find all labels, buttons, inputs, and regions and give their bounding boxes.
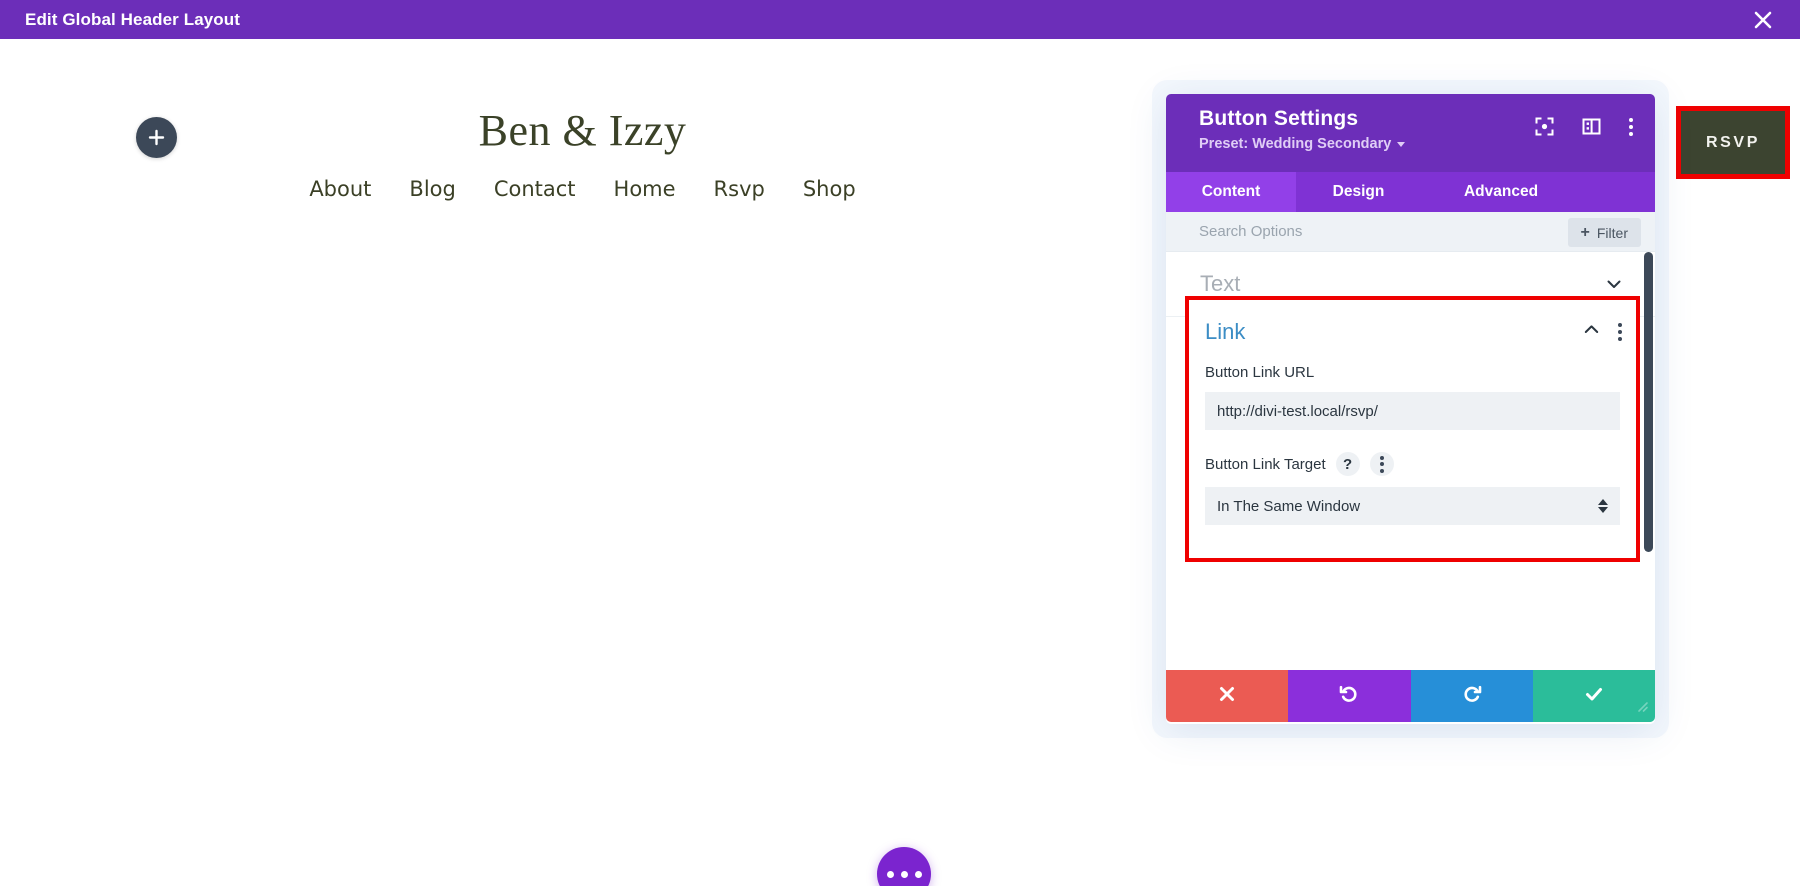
nav-item-blog[interactable]: Blog xyxy=(409,177,455,201)
divi-builder-screen: Edit Global Header Layout Ben & Izzy Abo… xyxy=(0,0,1800,886)
button-link-target-select[interactable]: In The Same Window xyxy=(1205,487,1620,525)
modal-scrollbar[interactable] xyxy=(1644,252,1653,670)
rsvp-button-highlight: RSVP xyxy=(1676,106,1790,179)
button-link-target-value: In The Same Window xyxy=(1217,497,1361,515)
site-navigation: About Blog Contact Home Rsvp Shop xyxy=(0,177,1165,201)
resize-handle-icon[interactable] xyxy=(1633,697,1649,718)
preset-label: Preset: Wedding Secondary xyxy=(1199,136,1392,152)
field-label: Button Link Target ? xyxy=(1205,452,1620,476)
undo-button[interactable] xyxy=(1288,670,1411,722)
modal-header-actions xyxy=(1535,117,1633,136)
filter-button[interactable]: + Filter xyxy=(1567,218,1641,247)
page-canvas: Ben & Izzy About Blog Contact Home Rsvp … xyxy=(0,39,1800,886)
chevron-updown-icon xyxy=(1598,499,1608,513)
page-title: Edit Global Header Layout xyxy=(25,9,241,29)
close-icon xyxy=(1217,684,1237,709)
preset-selector[interactable]: Preset: Wedding Secondary xyxy=(1199,136,1406,152)
plus-icon: + xyxy=(1580,223,1590,241)
cancel-button[interactable] xyxy=(1166,670,1289,722)
rsvp-button[interactable]: RSVP xyxy=(1681,111,1785,174)
section-text-label: Text xyxy=(1200,271,1241,296)
more-vertical-icon[interactable] xyxy=(1629,117,1633,136)
modal-tabs: Content Design Advanced xyxy=(1166,172,1655,212)
chevron-up-icon[interactable] xyxy=(1583,321,1600,343)
section-link-controls xyxy=(1583,321,1622,343)
tab-advanced[interactable]: Advanced xyxy=(1421,172,1581,212)
ellipsis-icon xyxy=(900,870,908,878)
nav-item-shop[interactable]: Shop xyxy=(803,177,856,201)
nav-item-contact[interactable]: Contact xyxy=(494,177,576,201)
nav-item-rsvp[interactable]: Rsvp xyxy=(714,177,765,201)
ellipsis-icon xyxy=(886,870,894,878)
layout-panel-icon[interactable] xyxy=(1582,117,1601,136)
field-button-link-url: Button Link URL xyxy=(1189,364,1636,430)
nav-item-about[interactable]: About xyxy=(309,177,371,201)
undo-icon xyxy=(1338,683,1360,710)
button-link-url-input[interactable] xyxy=(1205,392,1620,430)
modal-body: Text Link Button Link URL http://divi-te… xyxy=(1166,252,1655,670)
fullscreen-icon[interactable] xyxy=(1535,117,1554,136)
filter-button-label: Filter xyxy=(1596,224,1628,241)
more-vertical-icon[interactable] xyxy=(1369,452,1394,476)
search-input[interactable] xyxy=(1199,223,1499,240)
section-link-label: Link xyxy=(1205,319,1246,344)
redo-button[interactable] xyxy=(1410,670,1533,722)
link-section-highlight: Link Button Link URL http://divi-test.lo… xyxy=(1185,296,1640,562)
more-vertical-icon[interactable] xyxy=(1618,323,1622,341)
chevron-down-icon[interactable] xyxy=(1606,276,1622,292)
close-icon[interactable] xyxy=(1750,7,1776,33)
field-label: Button Link URL xyxy=(1205,364,1620,381)
modal-header: Button Settings Preset: Wedding Secondar… xyxy=(1166,94,1655,172)
check-icon xyxy=(1583,683,1605,710)
chevron-down-icon xyxy=(1397,141,1406,147)
tab-content[interactable]: Content xyxy=(1166,172,1296,212)
question-icon[interactable]: ? xyxy=(1335,452,1360,476)
admin-topbar: Edit Global Header Layout xyxy=(0,0,1800,39)
site-logo: Ben & Izzy xyxy=(478,106,687,155)
save-button[interactable] xyxy=(1532,670,1655,722)
field-label-text: Button Link URL xyxy=(1205,364,1315,381)
redo-icon xyxy=(1461,683,1483,710)
modal-scrollbar-thumb[interactable] xyxy=(1644,252,1653,552)
section-link-header[interactable]: Link xyxy=(1189,300,1636,364)
modal-footer xyxy=(1166,670,1655,722)
rsvp-button-label: RSVP xyxy=(1706,133,1760,151)
ellipsis-icon xyxy=(914,870,922,878)
button-settings-modal: Button Settings Preset: Wedding Secondar… xyxy=(1166,94,1655,724)
field-label-text: Button Link Target xyxy=(1205,455,1326,473)
tab-design[interactable]: Design xyxy=(1296,172,1421,212)
page-settings-button[interactable] xyxy=(877,847,931,886)
search-row: + Filter xyxy=(1166,212,1655,252)
field-button-link-target: Button Link Target ? In The Same Window xyxy=(1189,452,1636,525)
nav-item-home[interactable]: Home xyxy=(614,177,676,201)
